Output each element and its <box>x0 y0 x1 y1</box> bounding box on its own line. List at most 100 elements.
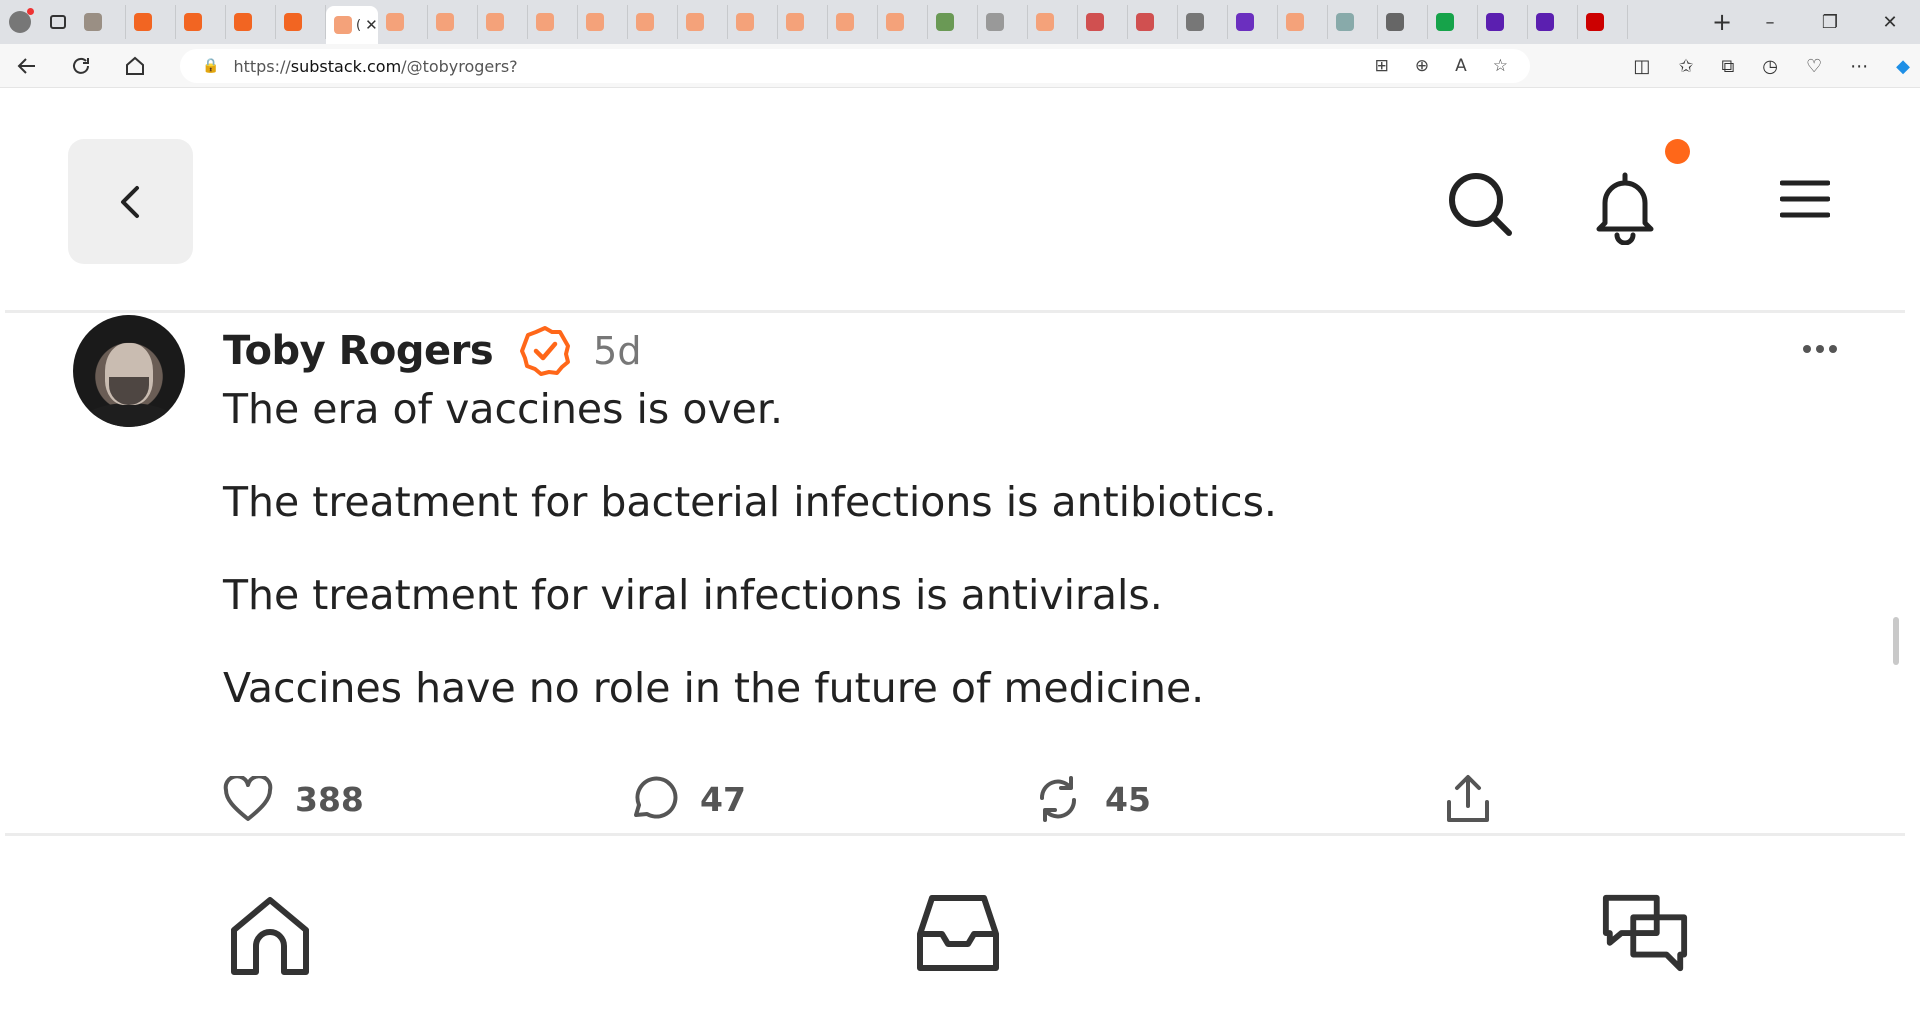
app-available-icon[interactable]: ⊞ <box>1375 56 1389 76</box>
bottom-navigation <box>5 839 1905 1017</box>
nav-chat[interactable] <box>1600 889 1690 979</box>
notifications-button[interactable] <box>1588 167 1662 247</box>
favorite-star-icon[interactable]: ☆ <box>1493 56 1508 76</box>
profile-alert-dot <box>27 8 34 15</box>
share-icon <box>1447 775 1489 822</box>
browser-tab[interactable] <box>378 5 428 39</box>
comment-count: 47 <box>700 779 746 819</box>
browser-tab[interactable]: (✕ <box>326 6 378 44</box>
chevron-left-icon <box>120 185 139 218</box>
refresh-icon[interactable] <box>54 44 108 88</box>
browser-tab[interactable] <box>1328 5 1378 39</box>
browser-tab[interactable] <box>878 5 928 39</box>
address-bar[interactable]: 🔒 https://substack.com/@tobyrogers? ⊞ ⊕ … <box>180 49 1530 83</box>
browser-essentials-icon[interactable]: ♡ <box>1806 56 1822 77</box>
tab-favicon-icon <box>1136 13 1154 31</box>
browser-tab[interactable] <box>578 5 628 39</box>
share-button[interactable] <box>1445 769 1491 829</box>
browser-tab[interactable] <box>528 5 578 39</box>
menu-button[interactable] <box>1775 169 1835 229</box>
tab-actions-icon[interactable] <box>40 0 76 44</box>
browser-tab[interactable] <box>1278 5 1328 39</box>
search-button[interactable] <box>1443 167 1517 241</box>
copilot-icon[interactable]: ◆ <box>1896 56 1910 77</box>
tab-favicon-icon <box>636 13 654 31</box>
browser-tab[interactable] <box>276 5 326 39</box>
browser-tab[interactable] <box>226 5 276 39</box>
minimize-button[interactable]: – <box>1740 0 1800 44</box>
browser-tab[interactable] <box>778 5 828 39</box>
nav-inbox[interactable] <box>913 889 1003 979</box>
page-header <box>5 89 1905 313</box>
close-tab-icon[interactable]: ✕ <box>365 16 378 34</box>
settings-more-icon[interactable]: ⋯ <box>1850 56 1868 77</box>
tab-favicon-icon <box>134 13 152 31</box>
post-paragraph: The treatment for bacterial infections i… <box>223 478 1277 526</box>
comment-button[interactable]: 47 <box>628 769 746 829</box>
tab-list: (✕ <box>76 0 1704 44</box>
browser-tab[interactable] <box>828 5 878 39</box>
post-body: The era of vaccines is over. The treatme… <box>223 385 1723 757</box>
close-window-button[interactable]: ✕ <box>1860 0 1920 44</box>
home-button-icon[interactable] <box>108 44 162 88</box>
browser-tab[interactable] <box>428 5 478 39</box>
tab-favicon-icon <box>536 13 554 31</box>
tab-favicon-icon <box>1436 13 1454 31</box>
inbox-icon <box>917 895 999 971</box>
nav-home[interactable] <box>225 889 315 979</box>
browser-tab[interactable] <box>1228 5 1278 39</box>
new-tab-button[interactable]: + <box>1704 8 1740 36</box>
window-controls: – ❐ ✕ <box>1740 0 1920 44</box>
url-text: https://substack.com/@tobyrogers? <box>233 56 518 76</box>
split-screen-icon[interactable]: ◫ <box>1633 56 1650 77</box>
back-button[interactable] <box>68 139 193 264</box>
tab-favicon-icon <box>686 13 704 31</box>
browser-tab[interactable] <box>1578 5 1628 39</box>
browser-tab[interactable] <box>628 5 678 39</box>
comment-bubble-icon <box>634 776 678 819</box>
tab-favicon-icon <box>1286 13 1304 31</box>
browser-tab[interactable] <box>978 5 1028 39</box>
collections-icon[interactable]: ⧉ <box>1721 56 1734 77</box>
browser-tab[interactable] <box>1428 5 1478 39</box>
tab-strip: (✕ + – ❐ ✕ <box>0 0 1920 44</box>
scrollbar-thumb[interactable] <box>1893 617 1899 665</box>
browser-tab[interactable] <box>76 5 126 39</box>
browser-tab[interactable] <box>1378 5 1428 39</box>
post-paragraph: The era of vaccines is over. <box>223 385 784 433</box>
read-aloud-icon[interactable]: A <box>1455 56 1467 76</box>
browser-tab[interactable] <box>478 5 528 39</box>
tab-favicon-icon <box>1036 13 1054 31</box>
browser-tab[interactable] <box>126 5 176 39</box>
tab-favicon-icon <box>1186 13 1204 31</box>
browser-tab[interactable] <box>1078 5 1128 39</box>
profile-button[interactable] <box>0 0 40 44</box>
post-card: Toby Rogers 5d The era of vaccines is ov… <box>5 315 1905 836</box>
tab-favicon-icon <box>1386 13 1404 31</box>
browser-tab[interactable] <box>1128 5 1178 39</box>
restack-button[interactable]: 45 <box>1033 769 1151 829</box>
like-button[interactable]: 388 <box>223 769 364 829</box>
more-options-icon[interactable] <box>1803 345 1837 353</box>
tab-favicon-icon <box>786 13 804 31</box>
browser-tab[interactable] <box>1478 5 1528 39</box>
browser-tab[interactable] <box>728 5 778 39</box>
browser-tab[interactable] <box>1178 5 1228 39</box>
browser-tab[interactable] <box>928 5 978 39</box>
author-avatar[interactable] <box>73 315 185 427</box>
restore-button[interactable]: ❐ <box>1800 0 1860 44</box>
author-name[interactable]: Toby Rogers <box>223 328 494 374</box>
zoom-icon[interactable]: ⊕ <box>1415 56 1429 76</box>
favorites-icon[interactable]: ✩ <box>1678 56 1693 77</box>
browser-tab[interactable] <box>678 5 728 39</box>
browser-tab[interactable] <box>1528 5 1578 39</box>
back-arrow-icon[interactable] <box>0 44 54 88</box>
browser-tab[interactable] <box>1028 5 1078 39</box>
tab-favicon-icon <box>234 13 252 31</box>
heart-icon <box>223 776 273 821</box>
history-icon[interactable]: ◷ <box>1762 56 1778 77</box>
browser-tab[interactable] <box>176 5 226 39</box>
tab-favicon-icon <box>736 13 754 31</box>
search-icon <box>1449 173 1512 236</box>
verified-badge-icon <box>520 326 571 376</box>
